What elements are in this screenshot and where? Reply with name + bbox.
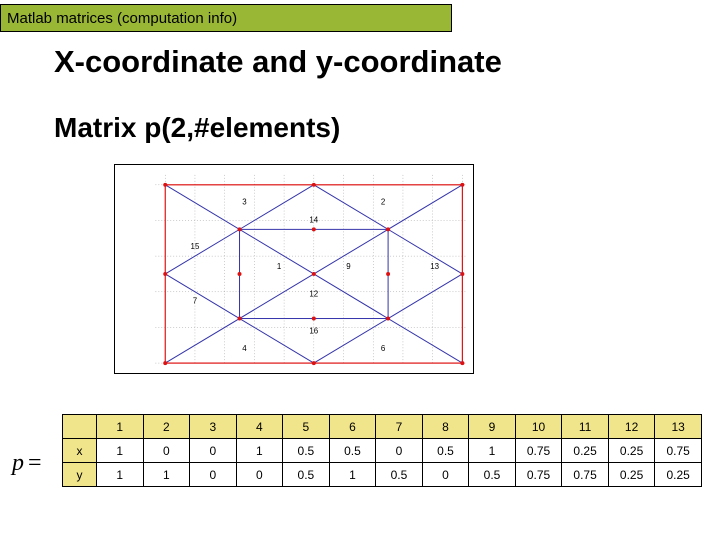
cell: 0.25 [608, 439, 655, 463]
col-header: 1 [97, 415, 144, 439]
mesh-label: 1 [277, 262, 282, 271]
slide-title: X-coordinate and y-coordinate [54, 44, 502, 80]
col-header: 10 [515, 415, 562, 439]
col-header: 11 [562, 415, 609, 439]
mesh-label: 15 [191, 242, 200, 251]
mesh-label: 14 [309, 215, 318, 224]
cell: 1 [143, 463, 190, 487]
mesh-svg: 3 2 14 15 1 9 13 7 12 16 4 6 [115, 165, 473, 373]
row-label: x [63, 439, 97, 463]
mesh-label: 6 [381, 344, 386, 353]
header-banner-text: Matlab matrices (computation info) [7, 10, 237, 27]
matrix-equation: p= [12, 450, 42, 477]
cell: 0 [376, 439, 423, 463]
col-header: 13 [655, 415, 702, 439]
cell: 0.5 [283, 463, 330, 487]
cell: 0 [236, 463, 283, 487]
cell: 1 [329, 463, 376, 487]
cell: 0 [143, 439, 190, 463]
cell: 0.75 [515, 463, 562, 487]
cell: 0.5 [469, 463, 516, 487]
cell: 0 [422, 463, 469, 487]
slide-subtitle: Matrix p(2,#elements) [54, 112, 340, 144]
mesh-label: 9 [346, 262, 351, 271]
mesh-label: 3 [242, 198, 247, 207]
cell: 1 [469, 439, 516, 463]
col-header: 8 [422, 415, 469, 439]
header-banner: Matlab matrices (computation info) [0, 4, 452, 32]
table-corner-cell [63, 415, 97, 439]
mesh-label: 12 [309, 290, 318, 299]
row-label: y [63, 463, 97, 487]
cell: 1 [97, 463, 144, 487]
col-header: 6 [329, 415, 376, 439]
mesh-label: 2 [381, 198, 385, 207]
cell: 0.75 [515, 439, 562, 463]
matrix-table-wrap: 1 2 3 4 5 6 7 8 9 10 11 12 13 x 1 0 0 1 … [62, 414, 702, 487]
matrix-table: 1 2 3 4 5 6 7 8 9 10 11 12 13 x 1 0 0 1 … [62, 414, 702, 487]
mesh-label: 16 [309, 326, 318, 335]
cell: 1 [97, 439, 144, 463]
cell: 0.5 [376, 463, 423, 487]
table-row: x 1 0 0 1 0.5 0.5 0 0.5 1 0.75 0.25 0.25… [63, 439, 702, 463]
equation-eq: = [28, 450, 42, 476]
col-header: 9 [469, 415, 516, 439]
table-header-row: 1 2 3 4 5 6 7 8 9 10 11 12 13 [63, 415, 702, 439]
col-header: 12 [608, 415, 655, 439]
col-header: 5 [283, 415, 330, 439]
cell: 0.25 [562, 439, 609, 463]
cell: 0.25 [655, 463, 702, 487]
cell: 0.75 [562, 463, 609, 487]
cell: 0.5 [329, 439, 376, 463]
col-header: 4 [236, 415, 283, 439]
cell: 1 [236, 439, 283, 463]
table-row: y 1 1 0 0 0.5 1 0.5 0 0.5 0.75 0.75 0.25… [63, 463, 702, 487]
cell: 0.5 [283, 439, 330, 463]
mesh-label: 4 [242, 344, 247, 353]
mesh-label: 7 [193, 297, 197, 306]
cell: 0.5 [422, 439, 469, 463]
mesh-label: 13 [430, 262, 439, 271]
cell: 0 [190, 463, 237, 487]
col-header: 3 [190, 415, 237, 439]
cell: 0.75 [655, 439, 702, 463]
col-header: 2 [143, 415, 190, 439]
col-header: 7 [376, 415, 423, 439]
mesh-figure: 3 2 14 15 1 9 13 7 12 16 4 6 [114, 164, 474, 374]
cell: 0.25 [608, 463, 655, 487]
equation-var: p [12, 450, 24, 476]
cell: 0 [190, 439, 237, 463]
